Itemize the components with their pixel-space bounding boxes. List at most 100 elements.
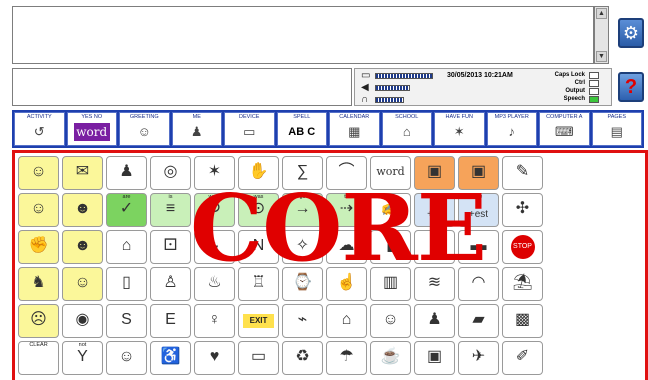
vocab-button[interactable]: ✊ [18, 230, 59, 264]
vocab-button[interactable]: ▣ [458, 156, 499, 190]
vocab-button[interactable]: ∑ [282, 156, 323, 190]
vocab-button[interactable]: ☝ [326, 267, 367, 301]
message-scrollbar[interactable]: ▲ ▼ [594, 6, 609, 64]
vocab-button[interactable]: not Y [62, 341, 103, 375]
vocab-symbol-icon: ☺ [30, 200, 47, 217]
vocab-button[interactable]: an +er [414, 193, 455, 227]
vocab-button[interactable]: ◒ [194, 230, 235, 264]
vocab-button[interactable]: ✈ [458, 341, 499, 375]
tab-me[interactable]: ME ♟ [171, 112, 222, 146]
vocab-button[interactable]: ☻ [62, 230, 103, 264]
vocab-button[interactable]: are ✓ [106, 193, 147, 227]
vocab-button[interactable]: ⚀ [150, 230, 191, 264]
vocab-button[interactable]: ✉ [62, 156, 103, 190]
vocab-button[interactable]: ♥ [194, 341, 235, 375]
vocab-button[interactable]: ♫ [414, 230, 455, 264]
settings-button[interactable]: ⚙ [618, 18, 644, 48]
tab-spell[interactable]: SPELL AB C [276, 112, 327, 146]
vocab-button[interactable]: ☂ [326, 341, 367, 375]
vocab-button[interactable]: ▯ [106, 267, 147, 301]
vocab-button-label: CLEAR [29, 342, 48, 348]
vocab-button[interactable]: ✶ [194, 156, 235, 190]
vocab-button[interactable]: ☺ [106, 341, 147, 375]
vocab-button[interactable]: the +est [458, 193, 499, 227]
tab-school[interactable]: SCHOOL ⌂ [381, 112, 432, 146]
vocab-button[interactable]: ♀ [194, 304, 235, 338]
vocab-button[interactable]: ☁ [326, 230, 367, 264]
vocab-button[interactable]: is ≡ [150, 193, 191, 227]
vocab-button[interactable]: ✎ [502, 156, 543, 190]
vocab-button[interactable]: ☹ [18, 304, 59, 338]
vocab-button[interactable]: ▰ [458, 304, 499, 338]
scroll-up-arrow-icon[interactable]: ▲ [596, 8, 607, 19]
vocab-button[interactable]: ♞ [18, 267, 59, 301]
tab-have-fun[interactable]: HAVE FUN ✶ [434, 112, 485, 146]
vocab-button[interactable]: were ↻ [194, 193, 235, 227]
vocab-button[interactable]: ☕ [370, 341, 411, 375]
tab-device[interactable]: DEVICE ▭ [224, 112, 275, 146]
vocab-button[interactable]: ♙ [150, 267, 191, 301]
vocab-button[interactable]: EXIT [238, 304, 279, 338]
tab-calendar[interactable]: CALENDAR ▦ [329, 112, 380, 146]
vocab-button[interactable]: ⌂ [326, 304, 367, 338]
tab-label: COMPUTER A [546, 114, 583, 120]
vocab-button[interactable]: plus ✍ [370, 193, 411, 227]
vocab-button[interactable]: ▣ [414, 156, 455, 190]
vocab-button[interactable]: ⌁ [282, 304, 323, 338]
vocab-button[interactable]: to ⇢ [326, 193, 367, 227]
vocab-button[interactable]: ◠ [458, 267, 499, 301]
tab-computer-a[interactable]: COMPUTER A ⌨ [539, 112, 590, 146]
vocab-button[interactable]: ☺ [370, 304, 411, 338]
vocab-button[interactable]: ☺ [62, 267, 103, 301]
vocab-symbol-icon: ✎ [515, 163, 530, 180]
vocab-symbol-icon: ♫ [428, 237, 441, 254]
vocab-button[interactable]: ✣ [502, 193, 543, 227]
vocab-button-label: go [299, 194, 306, 200]
vocab-button[interactable]: ✋ [238, 156, 279, 190]
tab-yes-no[interactable]: YES NO word [66, 112, 117, 146]
vocab-button[interactable]: word [370, 156, 411, 190]
scroll-down-arrow-icon[interactable]: ▼ [596, 51, 607, 62]
vocab-button[interactable]: was ⊙ [238, 193, 279, 227]
help-button[interactable]: ? [618, 72, 644, 102]
vocab-button[interactable]: ◉ [62, 304, 103, 338]
vocab-button[interactable]: ▩ [502, 304, 543, 338]
vocab-button[interactable]: ☺ [18, 156, 59, 190]
message-window[interactable] [12, 6, 594, 64]
vocab-button[interactable]: S [106, 304, 147, 338]
tab-activity[interactable]: ACTIVITY ↺ [14, 112, 65, 146]
vocab-button[interactable]: E [150, 304, 191, 338]
vocab-button[interactable]: ✐ [502, 341, 543, 375]
vocab-button[interactable]: ⌂ [106, 230, 147, 264]
vocab-button[interactable]: CLEAR [18, 341, 59, 375]
tab-greeting[interactable]: GREETING ☺ [119, 112, 170, 146]
vocab-button[interactable]: ♻ [282, 341, 323, 375]
vocab-button[interactable]: ▥ [370, 267, 411, 301]
vocab-button[interactable]: ⌚ [282, 267, 323, 301]
vocab-button[interactable]: ⛱ [502, 267, 543, 301]
vocab-button[interactable]: go → [282, 193, 323, 227]
vocab-button[interactable]: ✧ [282, 230, 323, 264]
page-tab-bar: ACTIVITY ↺ YES NO word GREETING ☺ ME ♟ DEVICE ▭ SP… [12, 110, 644, 148]
tab-mp3-player[interactable]: MP3 PLAYER ♪ [486, 112, 537, 146]
word-prediction-area[interactable] [12, 68, 352, 106]
tab-label: YES NO [81, 114, 103, 120]
vocab-button[interactable]: ♖ [238, 267, 279, 301]
vocab-button[interactable]: ▭ [238, 341, 279, 375]
vocab-button[interactable]: ≋ [414, 267, 455, 301]
vocab-button[interactable]: ♟ [106, 156, 147, 190]
tab-pages[interactable]: PAGES ▤ [591, 112, 642, 146]
tab-icon: ▤ [610, 124, 623, 139]
vocab-button[interactable]: ▬ [458, 230, 499, 264]
vocab-button[interactable]: STOP [502, 230, 543, 264]
vocab-button[interactable]: ☺ [18, 193, 59, 227]
vocab-button[interactable]: ♟ [414, 304, 455, 338]
vocab-button[interactable]: ☻ [62, 193, 103, 227]
vocab-button[interactable]: ▣ [414, 341, 455, 375]
vocab-button[interactable]: ▮ [370, 230, 411, 264]
vocab-button[interactable]: ⌒ [326, 156, 367, 190]
vocab-button[interactable]: N [238, 230, 279, 264]
vocab-button[interactable]: ♨ [194, 267, 235, 301]
vocab-button[interactable]: ♿ [150, 341, 191, 375]
vocab-button[interactable]: ◎ [150, 156, 191, 190]
